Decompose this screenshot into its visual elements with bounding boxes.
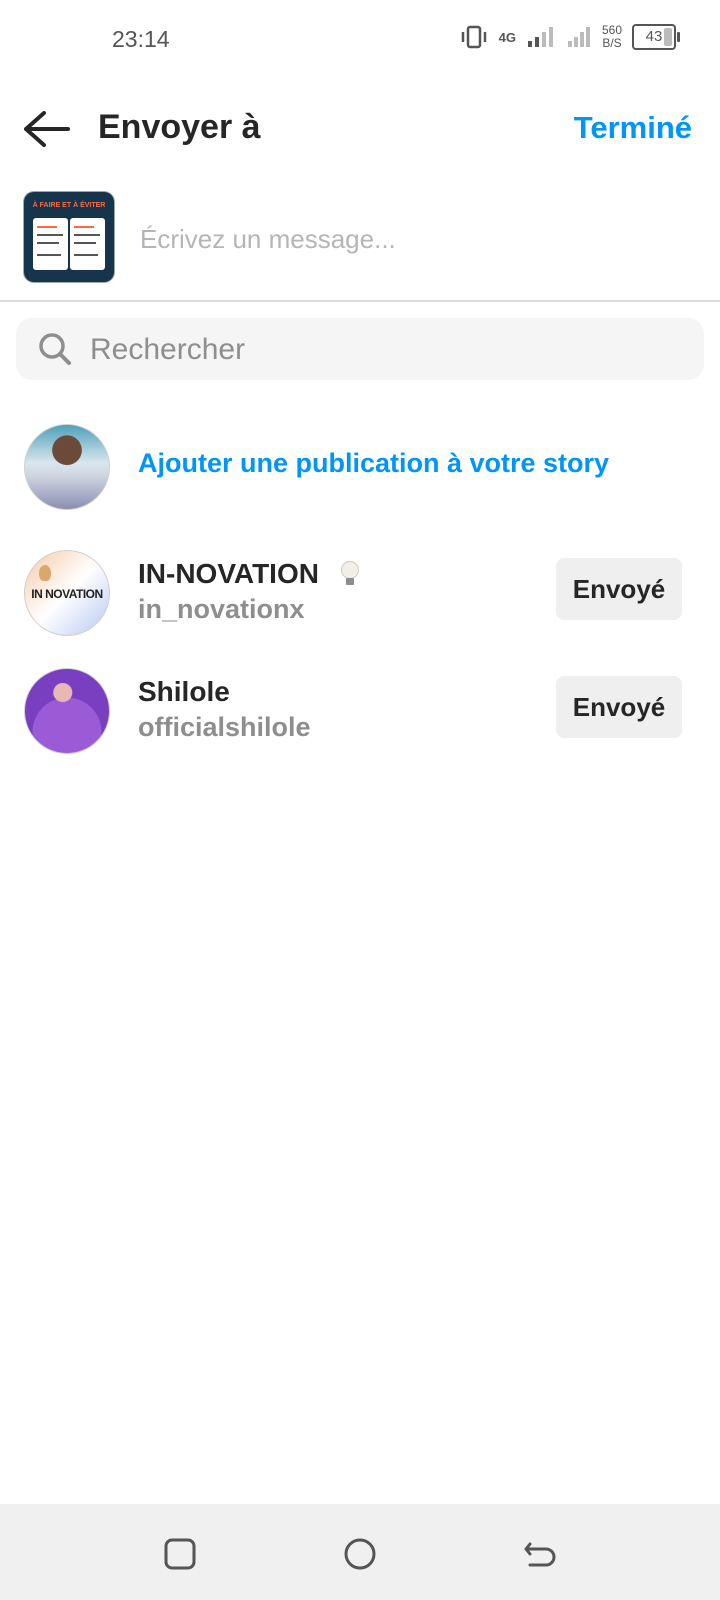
avatar: [24, 424, 110, 510]
arrow-left-icon: [24, 111, 70, 147]
contact-name: IN-NOVATION: [138, 558, 359, 590]
vibrate-icon: [461, 25, 486, 49]
avatar: IN NOVATION: [24, 550, 110, 636]
contact-handle: officialshilole: [138, 712, 311, 742]
sent-button[interactable]: Envoyé: [556, 676, 682, 738]
status-time: 23:14: [112, 26, 170, 52]
sent-button[interactable]: Envoyé: [556, 558, 682, 620]
status-icons: 4G 560 B/S 43: [459, 24, 680, 50]
post-thumbnail: À FAIRE ET À ÉVITER: [24, 192, 114, 282]
done-button[interactable]: Terminé: [574, 110, 692, 146]
compose-area: À FAIRE ET À ÉVITER: [0, 190, 720, 302]
square-icon: [164, 1538, 196, 1570]
message-input[interactable]: [138, 218, 682, 260]
thumbnail-card-left: [33, 218, 68, 270]
back-arrow-icon: [524, 1542, 556, 1567]
lightbulb-icon: [340, 561, 359, 585]
avatar: [24, 668, 110, 754]
net-speed: 560 B/S: [602, 24, 622, 50]
system-back-button[interactable]: [520, 1534, 560, 1574]
signal-icon-2: [567, 27, 590, 47]
battery-icon: 43: [632, 24, 680, 50]
list-item[interactable]: Shilole officialshilole Envoyé: [0, 664, 720, 760]
thumbnail-card-right: [70, 218, 105, 270]
recent-apps-button[interactable]: [160, 1534, 200, 1574]
bulb-logo-icon: [39, 565, 51, 581]
search-icon: [39, 333, 71, 365]
circle-icon: [344, 1538, 376, 1570]
thumbnail-title: À FAIRE ET À ÉVITER: [32, 202, 106, 209]
add-to-story-row[interactable]: Ajouter une publication à votre story: [0, 420, 720, 516]
signal-icon: [527, 27, 553, 47]
network-type: 4G: [498, 29, 516, 45]
add-to-story-label: Ajouter une publication à votre story: [138, 448, 610, 478]
page-title: Envoyer à: [98, 108, 261, 146]
net-speed-unit: B/S: [602, 36, 622, 50]
search-box[interactable]: [16, 318, 704, 380]
list-item[interactable]: IN NOVATION IN-NOVATION in_novationx Env…: [0, 546, 720, 642]
contact-name-text: IN-NOVATION: [138, 558, 319, 589]
header: Envoyer à Terminé: [0, 90, 720, 168]
system-nav-bar: [0, 1504, 720, 1600]
search-input[interactable]: [88, 329, 672, 371]
contact-name: Shilole: [138, 676, 230, 707]
contact-handle: in_novationx: [138, 594, 305, 624]
home-button[interactable]: [340, 1534, 380, 1574]
battery-level: 43: [645, 28, 663, 45]
status-bar: 23:14 4G 560 B/S 43: [0, 0, 720, 80]
back-button[interactable]: [22, 108, 74, 150]
avatar-logo-text: IN NOVATION: [31, 587, 103, 601]
